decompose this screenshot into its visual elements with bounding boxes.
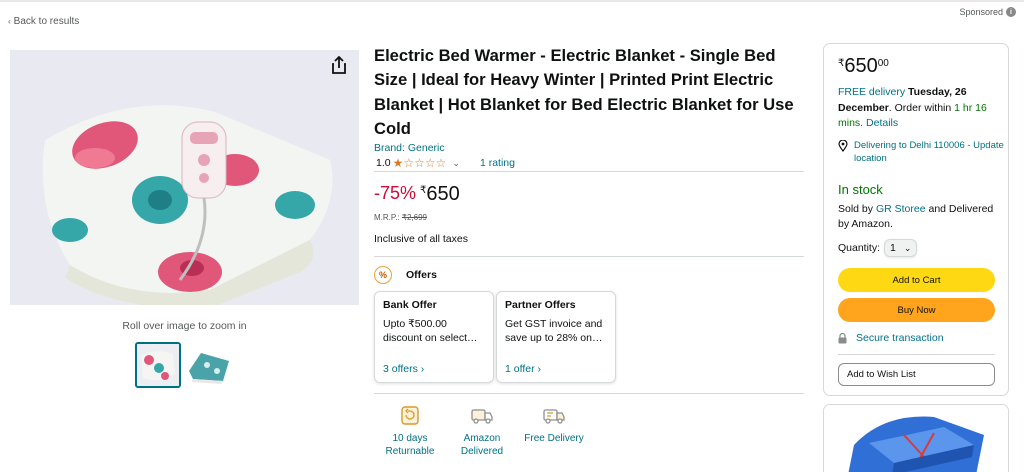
chevron-left-icon: ‹	[8, 17, 11, 26]
feature-free-delivery[interactable]: Free Delivery	[518, 404, 590, 458]
buybox-price-fraction: 00	[877, 58, 889, 69]
quantity-label: Quantity:	[838, 242, 881, 254]
feature-returnable[interactable]: 10 days Returnable	[374, 404, 446, 458]
thumbnail-2[interactable]	[186, 342, 232, 388]
seller-link[interactable]: GR Storee	[876, 203, 926, 215]
buy-now-button[interactable]: Buy Now	[838, 298, 995, 322]
delivery-info: FREE delivery Tuesday, 26 December. Orde…	[838, 86, 987, 129]
features-row: 10 days Returnable Amazon Delivered Free D…	[374, 404, 590, 458]
main-product-image[interactable]	[10, 50, 359, 305]
sponsored-ad[interactable]	[823, 404, 1009, 472]
product-title: Electric Bed Warmer - Electric Blanket -…	[374, 46, 794, 138]
feature-label: Amazon Delivered	[460, 433, 504, 457]
chevron-down-icon[interactable]: ⌄	[452, 158, 460, 169]
location-text: Delivering to Delhi 110006 - Update loca…	[854, 140, 1004, 164]
blanket-image	[10, 50, 359, 305]
stock-status: In stock	[838, 182, 883, 197]
free-delivery-link[interactable]: FREE delivery	[838, 86, 905, 98]
thumbnail-image	[137, 344, 179, 386]
add-to-wishlist-button[interactable]: Add to Wish List	[838, 363, 995, 386]
order-within-text: . Order within	[888, 101, 952, 114]
add-to-cart-button[interactable]: Add to Cart	[838, 268, 995, 292]
location-pin-icon	[838, 140, 848, 152]
price-value: 650	[426, 183, 460, 205]
offer-percent-icon: %	[374, 266, 392, 284]
star-rating-icon[interactable]: ★☆☆☆☆	[393, 156, 447, 170]
chevron-down-icon: ⌄	[903, 242, 912, 253]
lock-icon	[838, 332, 847, 343]
divider	[374, 256, 804, 257]
secure-transaction[interactable]: Secure transaction	[838, 332, 944, 344]
quantity-row: Quantity: 1 ⌄	[838, 239, 918, 257]
rating-row: 1.0 ★☆☆☆☆ ⌄ 1 rating	[376, 156, 515, 170]
secure-transaction-label: Secure transaction	[856, 332, 944, 344]
buybox-price-whole: 650	[844, 55, 878, 77]
free-delivery-icon	[543, 409, 565, 424]
feature-amazon-delivered[interactable]: Amazon Delivered	[446, 404, 518, 458]
offer-card-link[interactable]: 3 offers ›	[383, 363, 424, 375]
price-row: -75% ₹ 650	[374, 183, 460, 206]
back-to-results-link[interactable]: ‹ Back to results	[8, 16, 79, 27]
feature-label: Free Delivery	[524, 433, 584, 444]
sponsored-label[interactable]: Sponsored i	[959, 7, 1016, 17]
divider	[838, 354, 995, 355]
seller-info: Sold by GR Storee and Delivered by Amazo…	[838, 203, 994, 230]
zoom-hint: Roll over image to zoom in	[122, 320, 247, 332]
rating-count-link[interactable]: 1 rating	[480, 157, 515, 169]
returnable-icon	[401, 406, 419, 425]
ad-product-image	[824, 405, 1008, 472]
offer-card-link[interactable]: 1 offer ›	[505, 363, 541, 375]
buybox-price: ₹ 650 00	[838, 55, 889, 78]
back-link-label: Back to results	[13, 16, 80, 27]
delivery-location[interactable]: Delivering to Delhi 110006 - Update loca…	[838, 139, 1004, 165]
mrp-label: M.R.P.:	[374, 213, 400, 222]
mrp-value: ₹2,699	[401, 213, 427, 222]
thumbnail-image	[187, 343, 231, 387]
divider	[374, 171, 804, 172]
offer-card-body: Get GST invoice and save up to 28% on…	[505, 318, 603, 344]
info-icon[interactable]: i	[1006, 7, 1016, 17]
sponsored-text: Sponsored	[959, 7, 1003, 17]
top-divider	[0, 0, 1024, 2]
brand-link[interactable]: Brand: Generic	[374, 142, 445, 154]
offers-heading: % Offers	[374, 266, 437, 284]
tax-note: Inclusive of all taxes	[374, 233, 468, 245]
offer-card-title: Partner Offers	[505, 299, 576, 311]
discount-percent: -75%	[374, 183, 417, 203]
offer-card-bank[interactable]: Bank Offer Upto ₹500.00 discount on sele…	[374, 291, 494, 383]
feature-label: 10 days Returnable	[385, 433, 435, 457]
offer-card-title: Bank Offer	[383, 299, 437, 311]
offers-title: Offers	[406, 269, 437, 281]
delivery-details-link[interactable]: Details	[866, 117, 898, 129]
thumbnail-1[interactable]	[135, 342, 181, 388]
share-button[interactable]	[325, 52, 353, 78]
offer-card-body: Upto ₹500.00 discount on select…	[383, 318, 478, 344]
amazon-delivered-icon	[471, 409, 493, 424]
quantity-value: 1	[890, 242, 896, 254]
divider	[374, 393, 804, 394]
mrp: M.R.P.: ₹2,699	[374, 213, 427, 222]
share-icon	[332, 56, 346, 74]
rating-value: 1.0	[376, 157, 391, 169]
quantity-select[interactable]: 1 ⌄	[884, 239, 918, 257]
offer-card-partner[interactable]: Partner Offers Get GST invoice and save …	[496, 291, 616, 383]
